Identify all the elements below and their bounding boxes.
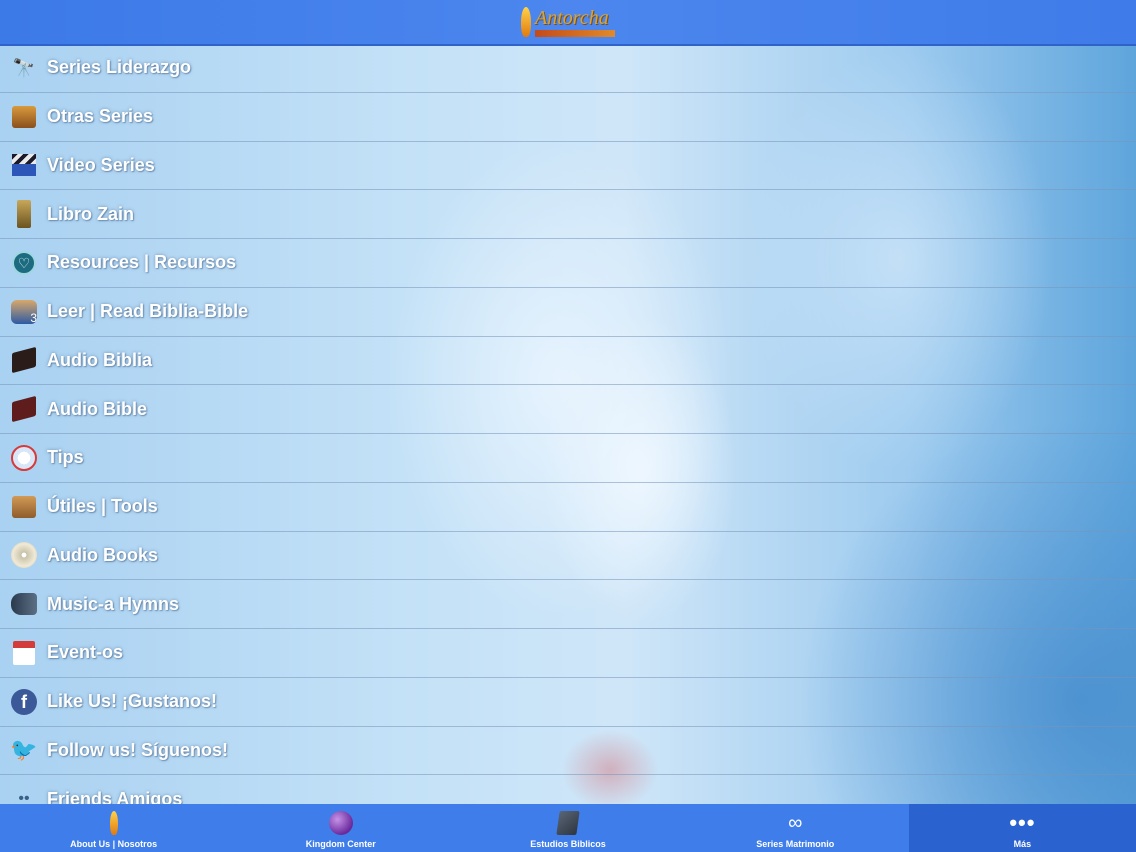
menu-item-otras-series[interactable]: Otras Series — [0, 93, 1136, 142]
logo-text: Antorcha — [535, 6, 609, 29]
menu-item-video-series[interactable]: Video Series — [0, 142, 1136, 191]
menu-item-utiles-tools[interactable]: Útiles | Tools — [0, 483, 1136, 532]
menu-item-label: Útiles | Tools — [47, 496, 158, 517]
torch-flame-icon — [521, 7, 531, 37]
tab-label: Estudios Biblicos — [530, 839, 606, 849]
app-header: Antorcha — [0, 0, 1136, 46]
tab-series-matrimonio[interactable]: ∞ Series Matrimonio — [682, 804, 909, 852]
people-icon: 3 — [10, 298, 38, 326]
tab-label: Kingdom Center — [305, 839, 376, 849]
menu-item-music-hymns[interactable]: Music-a Hymns — [0, 580, 1136, 629]
box-icon — [10, 103, 38, 131]
bible-red-icon — [10, 395, 38, 423]
book-icon — [556, 809, 580, 837]
torch-icon — [109, 809, 118, 837]
menu-item-friends[interactable]: •• Friends Amigos — [0, 775, 1136, 804]
menu-item-label: Audio Bible — [47, 398, 147, 419]
menu-item-libro-zain[interactable]: Libro Zain — [0, 190, 1136, 239]
footprints-icon: •• — [18, 790, 30, 804]
menu-item-series-liderazgo[interactable]: 🔭 Series Liderazgo — [0, 44, 1136, 93]
menu-item-audio-bible[interactable]: Audio Bible — [0, 385, 1136, 434]
menu-item-like-us[interactable]: f Like Us! ¡Gustanos! — [0, 678, 1136, 727]
tab-label: Más — [1013, 839, 1032, 849]
twitter-icon: 🐦 — [10, 737, 38, 763]
tab-label: About Us | Nosotros — [70, 839, 158, 849]
menu-list[interactable]: 🔭 Series Liderazgo Otras Series Video Se… — [0, 44, 1136, 804]
tab-kingdom-center[interactable]: Kingdom Center — [227, 804, 454, 852]
music-icon — [10, 590, 38, 618]
menu-item-leer-biblia[interactable]: 3 Leer | Read Biblia-Bible — [0, 288, 1136, 337]
bible-icon — [10, 346, 38, 374]
menu-item-label: Tips — [47, 447, 84, 468]
logo-banner — [535, 29, 615, 37]
menu-item-label: Event-os — [47, 642, 124, 663]
menu-item-eventos[interactable]: Event-os — [0, 629, 1136, 678]
menu-item-resources[interactable]: ♡ Resources | Recursos — [0, 239, 1136, 288]
clapperboard-icon — [10, 151, 38, 179]
menu-item-label: Libro Zain — [47, 203, 134, 224]
menu-item-label: Audio Books — [47, 544, 158, 565]
cd-icon — [10, 541, 38, 569]
tab-estudios-biblicos[interactable]: Estudios Biblicos — [454, 804, 681, 852]
menu-item-label: Leer | Read Biblia-Bible — [47, 301, 249, 322]
menu-item-tips[interactable]: Tips — [0, 434, 1136, 483]
menu-item-label: Series Liderazgo — [47, 57, 192, 78]
bottom-tab-bar: About Us | Nosotros Kingdom Center Estud… — [0, 804, 1136, 852]
menu-item-label: Video Series — [47, 154, 155, 175]
menu-item-audio-books[interactable]: Audio Books — [0, 532, 1136, 581]
more-dots-icon: ••• — [1009, 810, 1036, 835]
menu-item-label: Audio Biblia — [47, 349, 152, 370]
menu-item-label: Follow us! Síguenos! — [47, 739, 228, 760]
toolbox-icon — [10, 493, 38, 521]
globe-icon — [328, 809, 353, 837]
menu-item-follow-us[interactable]: 🐦 Follow us! Síguenos! — [0, 727, 1136, 776]
menu-item-label: Otras Series — [47, 106, 154, 127]
menu-item-label: Music-a Hymns — [47, 593, 180, 614]
facebook-icon: f — [10, 688, 38, 716]
menu-item-label: Like Us! ¡Gustanos! — [47, 691, 218, 712]
tab-about-us[interactable]: About Us | Nosotros — [0, 804, 227, 852]
rings-icon: ∞ — [788, 811, 803, 834]
menu-item-label: Resources | Recursos — [47, 252, 237, 273]
menu-item-audio-biblia[interactable]: Audio Biblia — [0, 337, 1136, 386]
heart-badge-icon: ♡ — [10, 249, 38, 277]
menu-item-label: Friends Amigos — [47, 788, 183, 804]
tips-icon — [10, 444, 38, 472]
tab-mas[interactable]: ••• Más — [908, 804, 1136, 852]
calendar-icon — [10, 639, 38, 667]
app-logo: Antorcha — [521, 7, 615, 37]
telescope-icon: 🔭 — [12, 57, 36, 78]
tab-label: Series Matrimonio — [756, 839, 835, 849]
book-icon — [10, 200, 38, 229]
